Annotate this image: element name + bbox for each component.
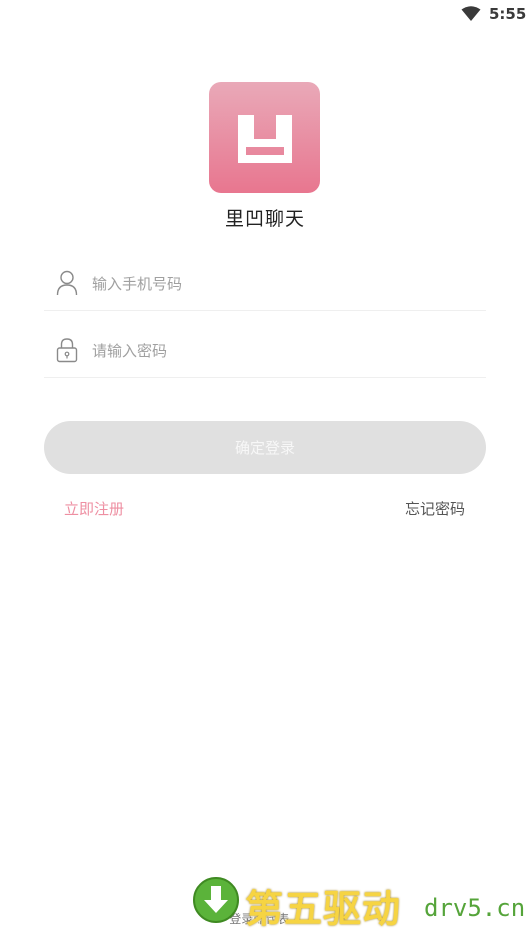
watermark-en: drv5.cn (424, 894, 526, 922)
password-input[interactable] (90, 335, 474, 367)
download-icon (193, 877, 239, 923)
status-bar: 5:55 (0, 0, 530, 30)
user-icon (56, 270, 78, 296)
forgot-password-link[interactable]: 忘记密码 (405, 498, 465, 519)
password-field (44, 325, 486, 378)
login-button[interactable]: 确定登录 (44, 421, 486, 474)
register-link[interactable]: 立即注册 (64, 498, 124, 519)
status-time: 5:55 (489, 5, 527, 23)
watermark: 第五驱动 drv5.cn (190, 872, 525, 932)
app-name: 里凹聊天 (224, 208, 305, 230)
watermark-cn: 第五驱动 (245, 887, 402, 931)
lock-icon (56, 338, 78, 363)
wifi-icon (461, 6, 481, 21)
phone-input[interactable] (90, 268, 474, 300)
logo-glyph-icon (237, 114, 292, 163)
app-logo (209, 82, 320, 193)
phone-field (44, 258, 486, 311)
